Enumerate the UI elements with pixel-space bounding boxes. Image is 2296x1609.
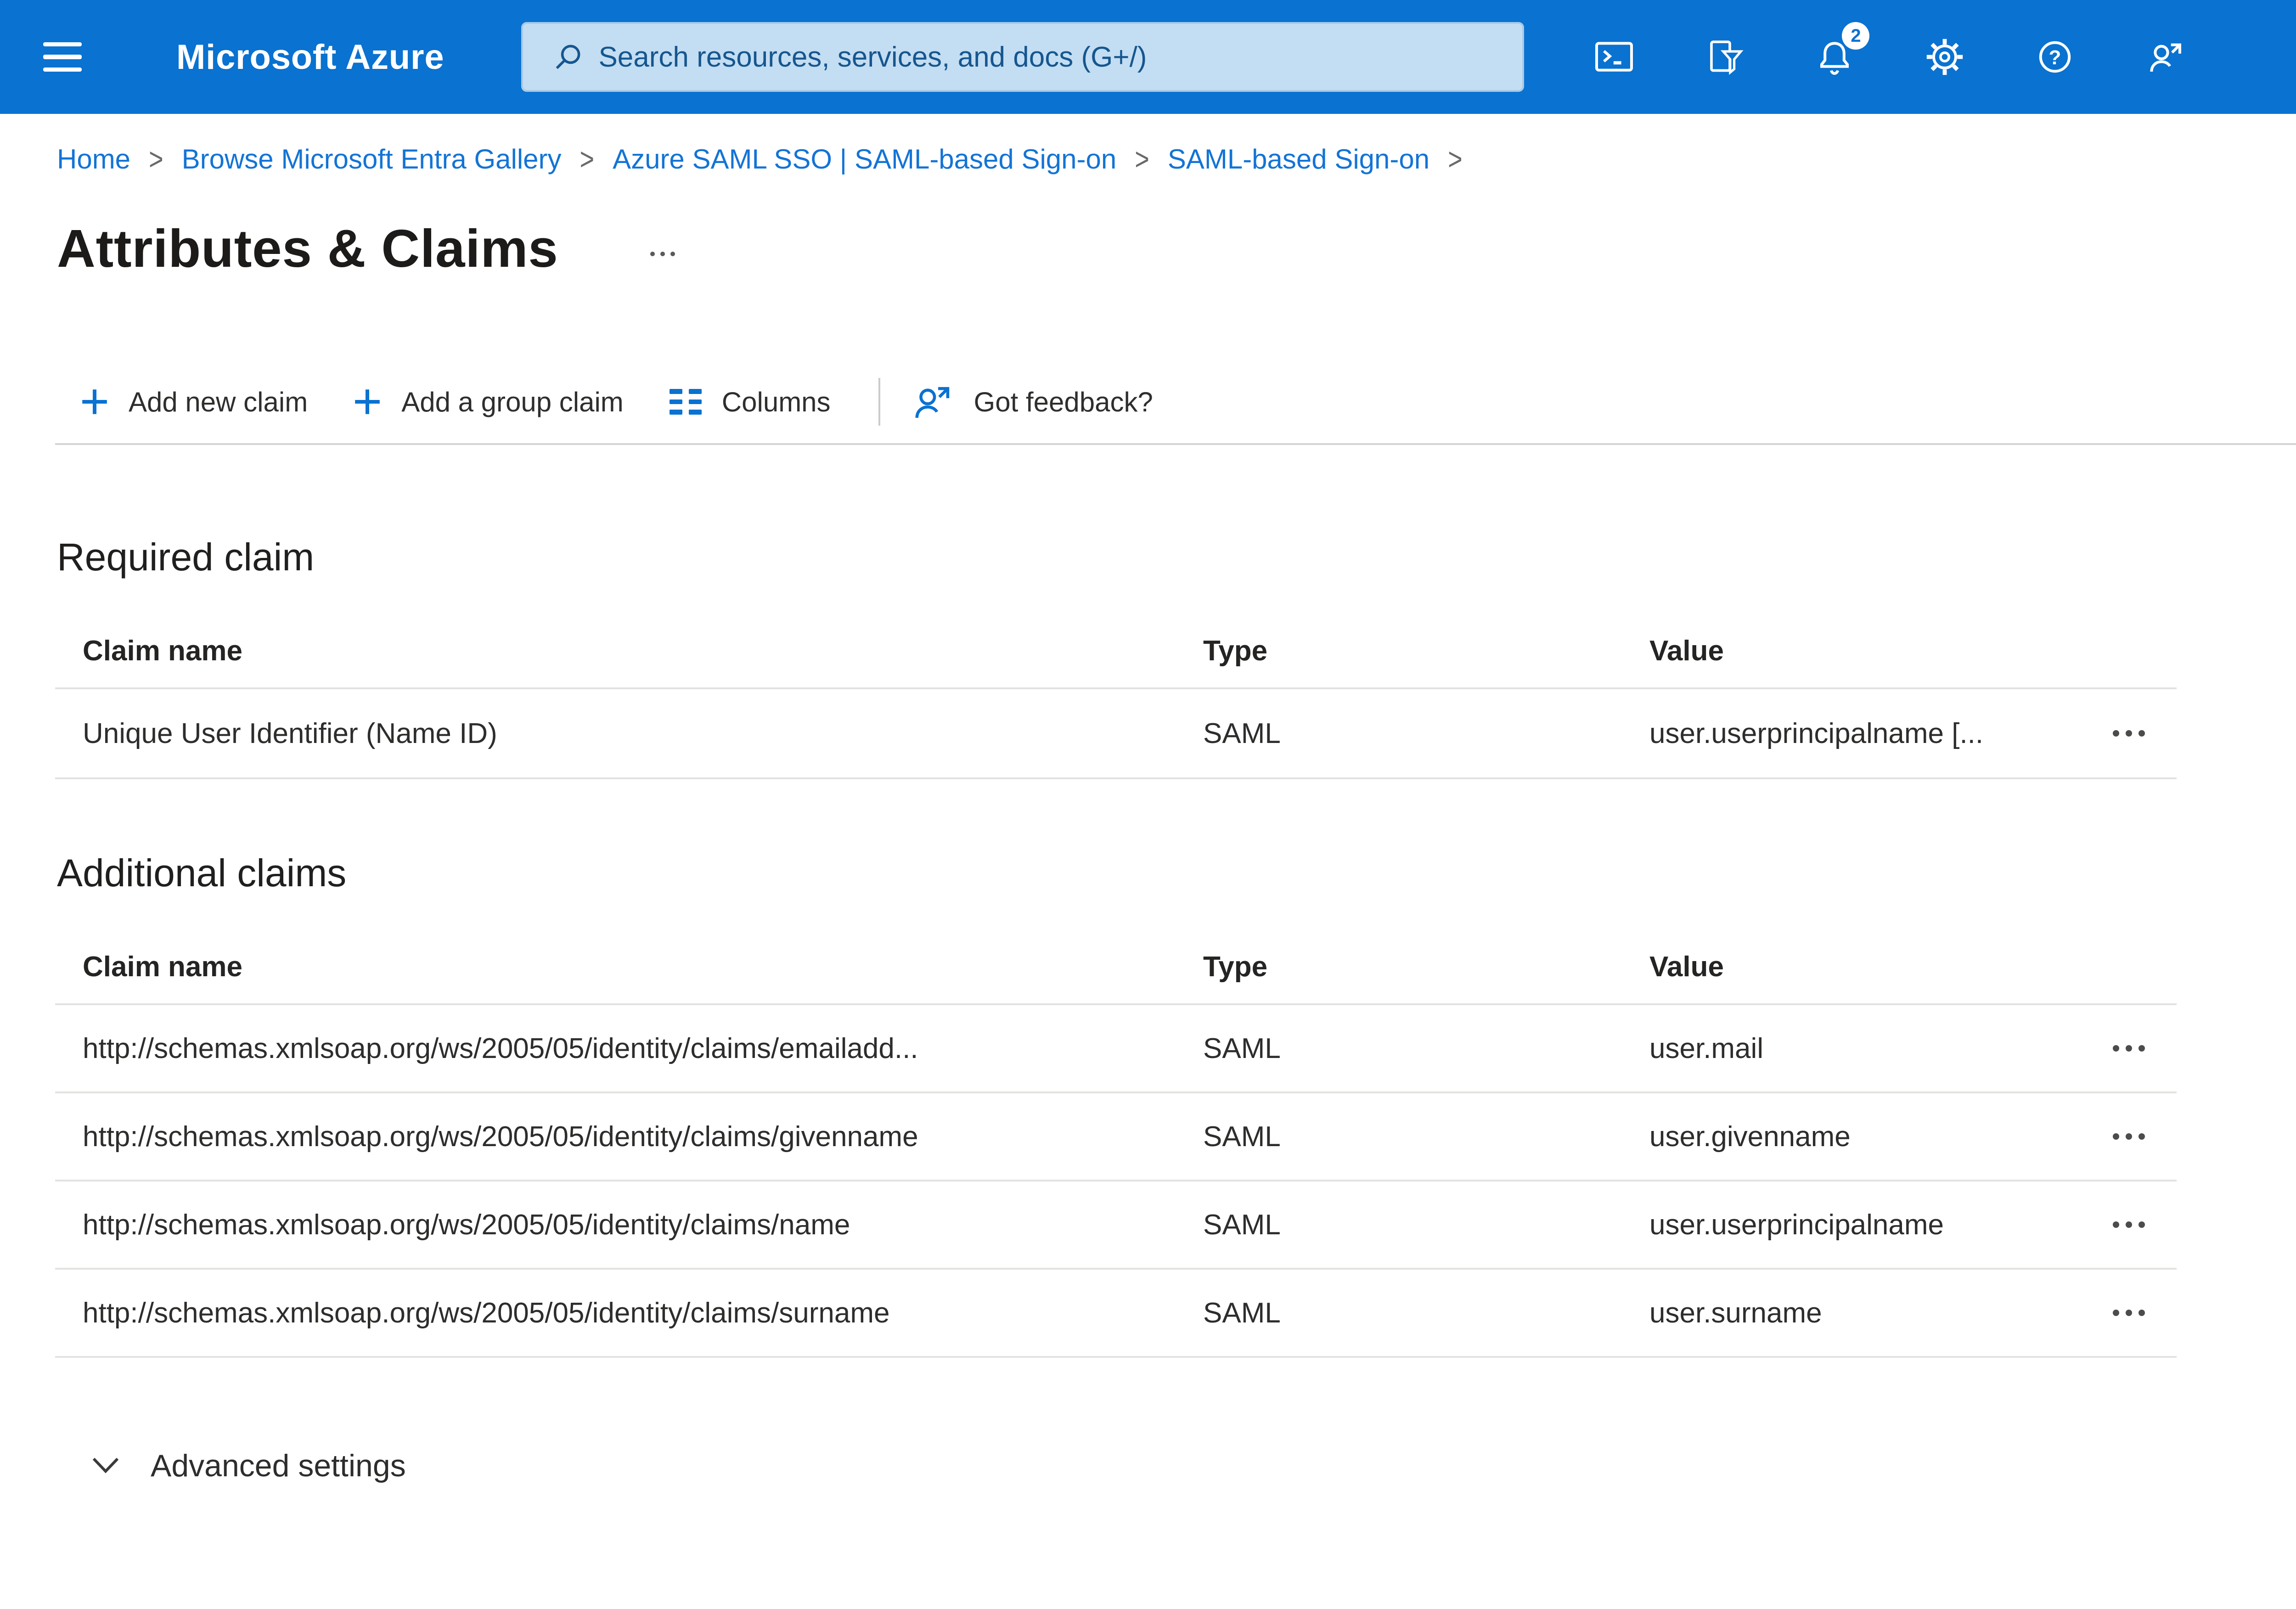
claim-value-cell: user.surname: [1649, 1297, 1822, 1329]
notification-count-badge: 2: [1842, 22, 1870, 50]
brand-title: Microsoft Azure: [176, 37, 445, 77]
ellipsis-icon: [650, 251, 655, 257]
toolbar-divider: [878, 378, 880, 426]
claim-name-cell: http://schemas.xmlsoap.org/ws/2005/05/id…: [83, 1297, 890, 1329]
row-more-options-button[interactable]: [2081, 689, 2177, 777]
columns-label: Columns: [721, 386, 831, 417]
command-bar: Add new claim Add a group claim Columns …: [55, 360, 2296, 445]
column-header-claim-name: Claim name: [83, 635, 243, 667]
topbar-actions: 2 ?: [1574, 17, 2206, 97]
person-arrow-icon: [2150, 43, 2182, 72]
required-claim-table: Claim name Type Value Unique User Identi…: [55, 608, 2177, 779]
column-header-value: Value: [1649, 951, 1724, 983]
breadcrumb-separator: >: [1135, 142, 1149, 176]
settings-button[interactable]: [1904, 17, 1985, 97]
feedback-button[interactable]: [2125, 17, 2206, 97]
table-row[interactable]: http://schemas.xmlsoap.org/ws/2005/05/id…: [55, 1005, 2177, 1093]
table-header-row: Claim name Type Value: [55, 924, 2177, 1005]
claim-type-cell: SAML: [1203, 1120, 1281, 1153]
row-more-options-button[interactable]: [2081, 1093, 2177, 1180]
page-title: Attributes & Claims: [57, 219, 558, 278]
breadcrumb-separator: >: [1448, 142, 1463, 176]
claims-content: Required claim Claim name Type Value Uni…: [55, 531, 2296, 1484]
breadcrumb-entra-gallery[interactable]: Browse Microsoft Entra Gallery: [182, 143, 562, 175]
add-group-claim-label: Add a group claim: [401, 386, 624, 417]
person-arrow-icon: [915, 387, 949, 418]
svg-text:?: ?: [2049, 46, 2061, 69]
table-row[interactable]: http://schemas.xmlsoap.org/ws/2005/05/id…: [55, 1270, 2177, 1358]
azure-portal-page: Microsoft Azure Search resources, servic…: [0, 0, 2296, 1609]
top-bar: Microsoft Azure Search resources, servic…: [0, 0, 2296, 114]
claim-value-cell: user.userprincipalname [...: [1649, 717, 1984, 749]
gear-icon: [1927, 39, 1963, 75]
breadcrumb-saml-signon[interactable]: SAML-based Sign-on: [1168, 143, 1429, 175]
help-button[interactable]: ?: [2015, 17, 2095, 97]
claim-type-cell: SAML: [1203, 1297, 1281, 1329]
add-new-claim-label: Add new claim: [129, 386, 308, 417]
row-more-options-button[interactable]: [2081, 1181, 2177, 1268]
table-header-row: Claim name Type Value: [55, 608, 2177, 689]
table-row[interactable]: http://schemas.xmlsoap.org/ws/2005/05/id…: [55, 1093, 2177, 1181]
claim-name-cell: http://schemas.xmlsoap.org/ws/2005/05/id…: [83, 1120, 918, 1153]
cloud-shell-button[interactable]: [1574, 17, 1654, 97]
column-header-value: Value: [1649, 635, 1724, 667]
cloud-shell-icon: [1595, 42, 1633, 72]
column-header-type: Type: [1203, 951, 1268, 983]
breadcrumb-home[interactable]: Home: [57, 143, 130, 175]
global-search-box[interactable]: [521, 22, 1525, 92]
got-feedback-button[interactable]: Got feedback?: [910, 380, 1153, 424]
additional-claims-heading: Additional claims: [57, 851, 347, 895]
title-context-menu-button[interactable]: [643, 244, 683, 264]
search-input[interactable]: [598, 40, 1504, 73]
got-feedback-label: Got feedback?: [974, 386, 1153, 417]
advanced-settings-label: Advanced settings: [151, 1448, 406, 1483]
plus-icon: [82, 389, 107, 414]
columns-icon: [669, 388, 702, 415]
breadcrumb-separator: >: [149, 142, 163, 176]
column-header-type: Type: [1203, 635, 1268, 667]
additional-claims-table: Claim name Type Value http://schemas.xml…: [55, 924, 2177, 1358]
hamburger-menu-button[interactable]: [22, 17, 103, 97]
directory-filter-icon: [1710, 40, 1744, 75]
claim-name-cell: http://schemas.xmlsoap.org/ws/2005/05/id…: [83, 1209, 850, 1241]
table-row[interactable]: http://schemas.xmlsoap.org/ws/2005/05/id…: [55, 1181, 2177, 1270]
directory-filter-button[interactable]: [1684, 17, 1765, 97]
hamburger-icon: [43, 42, 82, 72]
add-new-claim-button[interactable]: Add new claim: [81, 386, 308, 418]
claim-value-cell: user.givenname: [1649, 1120, 1851, 1153]
claim-value-cell: user.mail: [1649, 1032, 1764, 1064]
advanced-settings-toggle[interactable]: Advanced settings: [92, 1448, 406, 1484]
plus-icon: [355, 389, 380, 414]
column-header-claim-name: Claim name: [83, 951, 243, 983]
table-row[interactable]: Unique User Identifier (Name ID) SAML us…: [55, 689, 2177, 779]
search-icon: [556, 45, 580, 69]
row-more-options-button[interactable]: [2081, 1270, 2177, 1356]
claim-name-cell: http://schemas.xmlsoap.org/ws/2005/05/id…: [83, 1032, 918, 1064]
claim-name-cell: Unique User Identifier (Name ID): [83, 717, 497, 749]
breadcrumb: Home > Browse Microsoft Entra Gallery > …: [0, 114, 2296, 176]
claim-type-cell: SAML: [1203, 1209, 1281, 1241]
help-icon: ?: [2039, 41, 2071, 73]
claim-value-cell: user.userprincipalname: [1649, 1209, 1944, 1241]
breadcrumb-separator: >: [580, 142, 595, 176]
chevron-down-icon: [92, 1457, 119, 1474]
title-row: Attributes & Claims: [57, 214, 2296, 283]
claim-type-cell: SAML: [1203, 1032, 1281, 1064]
row-more-options-button[interactable]: [2081, 1005, 2177, 1091]
breadcrumb-saml-sso[interactable]: Azure SAML SSO | SAML-based Sign-on: [613, 143, 1116, 175]
columns-button[interactable]: Columns: [669, 386, 831, 418]
notifications-button[interactable]: 2: [1794, 17, 1875, 97]
add-group-claim-button[interactable]: Add a group claim: [354, 386, 624, 418]
required-claim-heading: Required claim: [57, 535, 315, 579]
claim-type-cell: SAML: [1203, 717, 1281, 749]
